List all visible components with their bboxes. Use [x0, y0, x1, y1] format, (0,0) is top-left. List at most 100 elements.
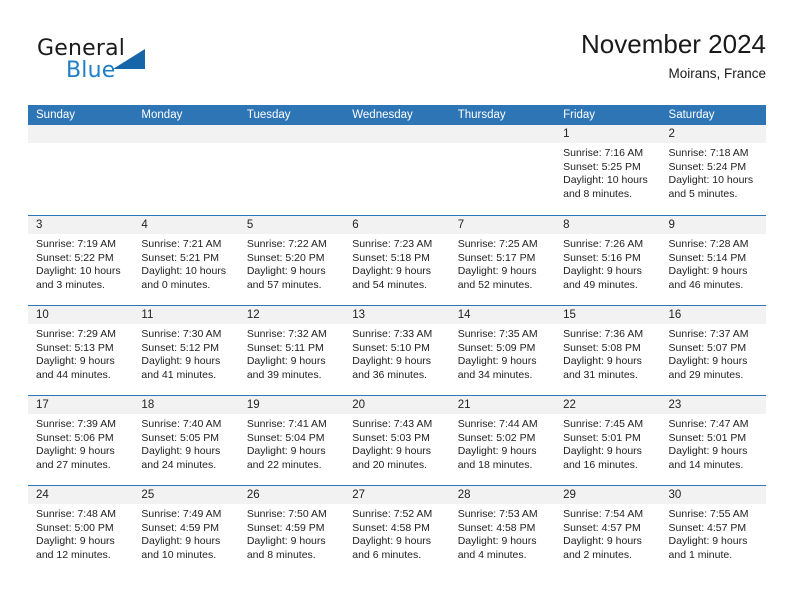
- sunrise-time: Sunrise: 7:18 AM: [668, 147, 749, 159]
- sunrise-time: Sunrise: 7:25 AM: [457, 238, 538, 250]
- sunrise-time: Sunrise: 7:41 AM: [246, 418, 327, 430]
- day-cell[interactable]: 1 Sunrise: 7:16 AM Sunset: 5:25 PM Daylight…: [555, 125, 661, 215]
- sunset-time: Sunset: 5:02 PM: [457, 431, 536, 444]
- day-details: Sunrise: 7:48 AM Sunset: 5:00 PM Daylight:…: [28, 504, 133, 562]
- sunrise-time: Sunrise: 7:45 AM: [563, 418, 644, 430]
- day-number: [28, 125, 134, 143]
- sunrise-time: Sunrise: 7:36 AM: [563, 328, 644, 340]
- day-number: 10: [28, 306, 134, 324]
- day-number: 14: [449, 306, 556, 324]
- daylight-duration-line1: Daylight: 9 hours: [36, 445, 115, 458]
- daylight-duration-line2: and 24 minutes.: [141, 458, 217, 471]
- day-details: Sunrise: 7:18 AM Sunset: 5:24 PM Daylight:…: [661, 143, 766, 201]
- day-cell[interactable]: 20 Sunrise: 7:43 AM Sunset: 5:03 PM Dayligh…: [344, 396, 450, 485]
- day-details: Sunrise: 7:28 AM Sunset: 5:14 PM Daylight:…: [661, 234, 766, 292]
- sunrise-time: Sunrise: 7:50 AM: [246, 508, 327, 520]
- day-number: 25: [133, 486, 239, 504]
- week-row: 10 Sunrise: 7:29 AM Sunset: 5:13 PM Dayligh…: [28, 305, 766, 395]
- day-cell[interactable]: 2 Sunrise: 7:18 AM Sunset: 5:24 PM Daylight…: [660, 125, 766, 215]
- day-details: Sunrise: 7:49 AM Sunset: 4:59 PM Daylight:…: [133, 504, 238, 562]
- daylight-duration-line1: Daylight: 10 hours: [141, 265, 227, 278]
- brand-logo[interactable]: General Blue: [37, 36, 237, 94]
- daylight-duration-line2: and 2 minutes.: [563, 548, 632, 561]
- daylight-duration-line2: and 10 minutes.: [141, 548, 217, 561]
- sunrise-time: Sunrise: 7:16 AM: [563, 147, 644, 159]
- day-number: 3: [28, 216, 134, 234]
- weekday-header-wednesday: Wednesday: [352, 109, 413, 121]
- day-cell[interactable]: 19 Sunrise: 7:41 AM Sunset: 5:04 PM Dayligh…: [238, 396, 345, 485]
- daylight-duration-line2: and 6 minutes.: [352, 548, 422, 561]
- sunrise-time: Sunrise: 7:29 AM: [36, 328, 116, 340]
- sunset-time: Sunset: 5:25 PM: [563, 160, 641, 173]
- day-cell[interactable]: 24 Sunrise: 7:48 AM Sunset: 5:00 PM Dayligh…: [28, 486, 134, 575]
- day-details: Sunrise: 7:23 AM Sunset: 5:18 PM Daylight:…: [344, 234, 449, 292]
- day-number: 28: [449, 486, 556, 504]
- day-number: 13: [344, 306, 450, 324]
- day-cell[interactable]: 22 Sunrise: 7:45 AM Sunset: 5:01 PM Dayligh…: [555, 396, 661, 485]
- daylight-duration-line1: Daylight: 9 hours: [36, 535, 115, 548]
- day-number: 24: [28, 486, 134, 504]
- daylight-duration-line2: and 27 minutes.: [36, 458, 111, 471]
- day-cell[interactable]: 6 Sunrise: 7:23 AM Sunset: 5:18 PM Daylight…: [344, 216, 450, 305]
- sunrise-time: Sunrise: 7:49 AM: [141, 508, 222, 520]
- day-cell-empty: [344, 125, 450, 215]
- daylight-duration-line1: Daylight: 9 hours: [352, 265, 432, 278]
- sunrise-time: Sunrise: 7:37 AM: [668, 328, 749, 340]
- triangle-icon: [113, 49, 145, 69]
- day-cell[interactable]: 5 Sunrise: 7:22 AM Sunset: 5:20 PM Daylight…: [238, 216, 345, 305]
- day-details: Sunrise: 7:22 AM Sunset: 5:20 PM Daylight:…: [239, 234, 344, 292]
- day-cell[interactable]: 30 Sunrise: 7:55 AM Sunset: 4:57 PM Dayligh…: [660, 486, 766, 575]
- day-cell[interactable]: 17 Sunrise: 7:39 AM Sunset: 5:06 PM Dayligh…: [28, 396, 134, 485]
- day-cell[interactable]: 9 Sunrise: 7:28 AM Sunset: 5:14 PM Daylight…: [660, 216, 766, 305]
- sunset-time: Sunset: 5:10 PM: [352, 341, 430, 354]
- sunrise-time: Sunrise: 7:43 AM: [352, 418, 433, 430]
- sunset-time: Sunset: 5:22 PM: [36, 251, 114, 264]
- day-number: 5: [238, 216, 345, 234]
- day-cell[interactable]: 10 Sunrise: 7:29 AM Sunset: 5:13 PM Dayligh…: [28, 306, 134, 395]
- sunrise-time: Sunrise: 7:30 AM: [141, 328, 222, 340]
- sunset-time: Sunset: 5:16 PM: [563, 251, 641, 264]
- day-cell[interactable]: 28 Sunrise: 7:53 AM Sunset: 4:58 PM Dayligh…: [449, 486, 556, 575]
- day-cell[interactable]: 25 Sunrise: 7:49 AM Sunset: 4:59 PM Dayligh…: [133, 486, 239, 575]
- day-cell[interactable]: 8 Sunrise: 7:26 AM Sunset: 5:16 PM Daylight…: [555, 216, 661, 305]
- sunrise-time: Sunrise: 7:48 AM: [36, 508, 116, 520]
- day-cell[interactable]: 13 Sunrise: 7:33 AM Sunset: 5:10 PM Dayligh…: [344, 306, 450, 395]
- day-cell[interactable]: 12 Sunrise: 7:32 AM Sunset: 5:11 PM Dayligh…: [238, 306, 345, 395]
- weekday-header-tuesday: Tuesday: [246, 109, 291, 121]
- day-cell[interactable]: 21 Sunrise: 7:44 AM Sunset: 5:02 PM Dayligh…: [449, 396, 556, 485]
- daylight-duration-line1: Daylight: 9 hours: [563, 265, 642, 278]
- day-details: Sunrise: 7:50 AM Sunset: 4:59 PM Daylight:…: [239, 504, 344, 562]
- daylight-duration-line1: Daylight: 9 hours: [668, 355, 748, 368]
- day-cell[interactable]: 29 Sunrise: 7:54 AM Sunset: 4:57 PM Dayligh…: [555, 486, 661, 575]
- day-cell[interactable]: 26 Sunrise: 7:50 AM Sunset: 4:59 PM Dayligh…: [238, 486, 345, 575]
- day-cell[interactable]: 14 Sunrise: 7:35 AM Sunset: 5:09 PM Dayligh…: [449, 306, 556, 395]
- day-number: 18: [133, 396, 239, 414]
- calendar-grid: Sunday Monday Tuesday Wednesday Thursday Frid…: [28, 105, 766, 575]
- day-cell[interactable]: 16 Sunrise: 7:37 AM Sunset: 5:07 PM Dayligh…: [660, 306, 766, 395]
- daylight-duration-line1: Daylight: 9 hours: [457, 355, 537, 368]
- daylight-duration-line2: and 12 minutes.: [36, 548, 111, 561]
- week-row: 3 Sunrise: 7:19 AM Sunset: 5:22 PM Daylight…: [28, 215, 766, 305]
- day-cell[interactable]: 3 Sunrise: 7:19 AM Sunset: 5:22 PM Daylight…: [28, 216, 134, 305]
- day-cell[interactable]: 27 Sunrise: 7:52 AM Sunset: 4:58 PM Dayligh…: [344, 486, 450, 575]
- day-cell[interactable]: 4 Sunrise: 7:21 AM Sunset: 5:21 PM Daylight…: [133, 216, 239, 305]
- day-cell[interactable]: 23 Sunrise: 7:47 AM Sunset: 5:01 PM Dayligh…: [660, 396, 766, 485]
- day-number: 1: [555, 125, 661, 143]
- day-cell[interactable]: 7 Sunrise: 7:25 AM Sunset: 5:17 PM Daylight…: [449, 216, 556, 305]
- daylight-duration-line1: Daylight: 9 hours: [141, 535, 221, 548]
- day-cell[interactable]: 15 Sunrise: 7:36 AM Sunset: 5:08 PM Dayligh…: [555, 306, 661, 395]
- sunset-time: Sunset: 5:06 PM: [36, 431, 114, 444]
- day-cell[interactable]: 18 Sunrise: 7:40 AM Sunset: 5:05 PM Dayligh…: [133, 396, 239, 485]
- day-details: Sunrise: 7:37 AM Sunset: 5:07 PM Daylight:…: [661, 324, 766, 382]
- daylight-duration-line1: Daylight: 9 hours: [352, 535, 432, 548]
- sunset-time: Sunset: 5:07 PM: [668, 341, 747, 354]
- daylight-duration-line1: Daylight: 9 hours: [668, 445, 748, 458]
- daylight-duration-line2: and 3 minutes.: [36, 278, 105, 291]
- daylight-duration-line2: and 20 minutes.: [352, 458, 427, 471]
- day-cell[interactable]: 11 Sunrise: 7:30 AM Sunset: 5:12 PM Dayligh…: [133, 306, 239, 395]
- calendar-page: General Blue November 2024 Moirans, Fran…: [0, 0, 792, 612]
- daylight-duration-line1: Daylight: 9 hours: [141, 445, 221, 458]
- day-number: 16: [660, 306, 766, 324]
- day-details: Sunrise: 7:55 AM Sunset: 4:57 PM Daylight:…: [661, 504, 766, 562]
- sunset-time: Sunset: 5:09 PM: [457, 341, 536, 354]
